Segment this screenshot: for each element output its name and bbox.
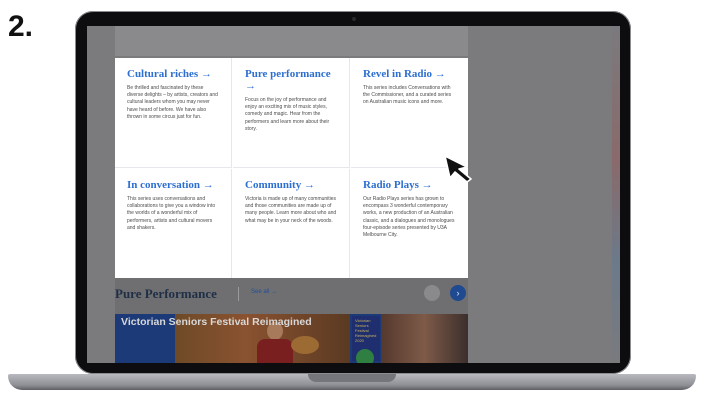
group-photo[interactable] xyxy=(381,314,468,363)
carousel-prev-button[interactable] xyxy=(424,285,440,301)
header-overlay xyxy=(115,26,468,56)
badge-icon xyxy=(356,349,374,363)
card-title[interactable]: In conversation → xyxy=(127,179,219,191)
card-description: Victoria is made up of many communities … xyxy=(245,196,337,224)
screen-edge xyxy=(612,26,620,363)
card-in-conversation[interactable]: In conversation → This series uses conve… xyxy=(115,169,232,279)
card-description: Focus on the joy of performance and enjo… xyxy=(245,97,330,132)
card-community[interactable]: Community → Victoria is made up of many … xyxy=(233,169,350,279)
mouse-pointer-icon xyxy=(444,155,472,183)
card-cultural-riches[interactable]: Cultural riches → Be thrilled and fascin… xyxy=(115,58,232,168)
page-overlay xyxy=(468,26,620,363)
category-dropdown-panel: Cultural riches → Be thrilled and fascin… xyxy=(115,58,468,279)
card-pure-performance[interactable]: Pure performance → Focus on the joy of p… xyxy=(233,58,350,168)
card-radio-plays[interactable]: Radio Plays → Our Radio Plays series has… xyxy=(351,169,468,279)
card-revel-in-radio[interactable]: Revel in Radio → This series includes Co… xyxy=(351,58,468,168)
card-title[interactable]: Community → xyxy=(245,179,337,191)
mini-banner-text: Victorian Seniors Festival Reimagined 20… xyxy=(355,318,377,343)
card-title[interactable]: Revel in Radio → xyxy=(363,68,456,80)
divider xyxy=(238,287,239,301)
banner-title: Victorian Seniors Festival Reimagined xyxy=(121,316,312,328)
card-description: Our Radio Plays series has grown to enco… xyxy=(363,196,455,239)
performer-body xyxy=(257,339,293,363)
featured-banner[interactable]: Victorian Seniors Festival Reimagined Vi… xyxy=(115,314,468,363)
step-number: 2. xyxy=(8,10,34,43)
section-title: Pure Performance xyxy=(115,286,217,301)
laptop-screen: Cultural riches → Be thrilled and fascin… xyxy=(87,26,620,363)
see-all-link[interactable]: See all → xyxy=(251,289,277,295)
camera-icon xyxy=(352,17,356,21)
card-title[interactable]: Cultural riches → xyxy=(127,68,219,80)
card-title[interactable]: Pure performance → xyxy=(245,68,337,92)
laptop-notch xyxy=(308,374,396,382)
pure-performance-section: Pure Performance See all → › Victorian S… xyxy=(115,278,468,363)
card-description: This series uses conversations and colla… xyxy=(127,196,216,231)
card-description: This series includes Conversations with … xyxy=(363,85,452,106)
guitar-icon xyxy=(291,336,319,354)
card-description: Be thrilled and fascinated by these dive… xyxy=(127,85,218,120)
carousel-next-button[interactable]: › xyxy=(450,285,466,301)
